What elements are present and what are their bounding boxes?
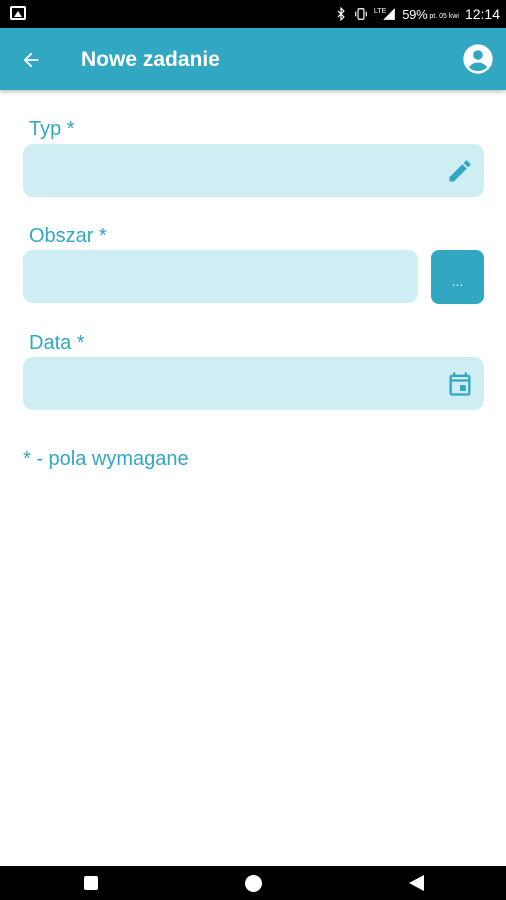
obszar-field[interactable] — [23, 250, 418, 303]
system-nav-bar — [0, 866, 506, 900]
page-title: Nowe zadanie — [81, 48, 220, 71]
recents-icon[interactable] — [84, 876, 98, 890]
pencil-icon[interactable] — [446, 157, 474, 185]
obszar-label: Obszar * — [29, 225, 107, 247]
required-fields-note: * - pola wymagane — [23, 448, 189, 470]
status-bar-right: LTE 59% pt. 05 kwi 12:14 — [334, 0, 500, 28]
vibrate-icon — [355, 8, 367, 20]
status-time: 12:14 — [464, 6, 500, 22]
data-label: Data * — [29, 332, 85, 354]
home-icon[interactable] — [245, 875, 262, 892]
arrow-back-icon — [23, 52, 39, 68]
account-button[interactable] — [462, 43, 494, 75]
back-icon[interactable] — [409, 875, 424, 891]
account-circle-icon — [463, 44, 493, 74]
typ-field[interactable] — [23, 144, 484, 197]
calendar-icon[interactable] — [446, 370, 474, 398]
back-button[interactable] — [14, 43, 48, 77]
typ-label: Typ * — [29, 118, 75, 140]
status-bar: LTE 59% pt. 05 kwi 12:14 — [0, 0, 506, 28]
battery-level: 59% — [402, 6, 428, 22]
image-icon — [10, 6, 26, 20]
app-bar: Nowe zadanie — [0, 28, 506, 90]
status-date: pt. 05 kwi — [429, 12, 459, 20]
data-field[interactable] — [23, 357, 484, 410]
bluetooth-icon — [337, 7, 345, 21]
signal-icon — [383, 8, 396, 20]
obszar-select-button[interactable]: ... — [431, 250, 484, 304]
